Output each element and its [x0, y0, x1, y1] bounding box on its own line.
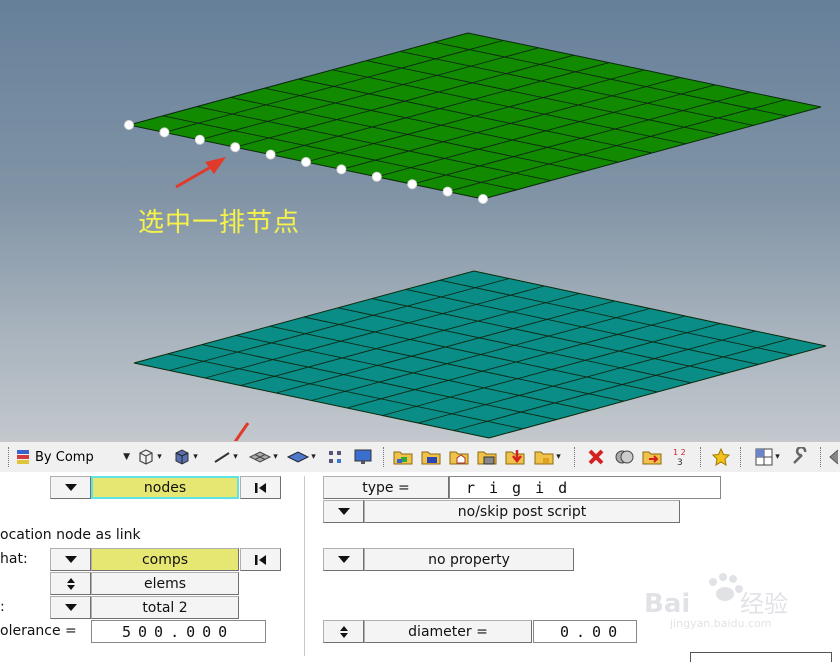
folder-red-arrow-icon[interactable] — [502, 445, 528, 469]
selected-node[interactable] — [442, 186, 453, 197]
paste-icon[interactable] — [638, 445, 666, 469]
color-mode-dropdown[interactable]: By Comp ▼ — [14, 445, 130, 469]
reset-selection-button-2[interactable] — [240, 548, 281, 571]
reset-icon — [254, 554, 266, 565]
line-style-icon[interactable]: ▾ — [210, 445, 240, 469]
post-script-selector[interactable]: no/skip post script — [364, 500, 680, 523]
toolbar-separator — [820, 447, 822, 467]
entity-type-dropdown-1[interactable] — [50, 476, 91, 499]
selected-node[interactable] — [230, 142, 241, 153]
selected-node[interactable] — [265, 149, 276, 160]
nodes-selector[interactable]: nodes — [91, 476, 239, 499]
up-down-icon — [66, 577, 75, 590]
toolbar-separator — [740, 447, 742, 467]
main-toolbar: By Comp ▼ ▾ ▾ ▾ ▾ ▾ ▾ 1 2 3 ▾ — [0, 441, 840, 473]
folder-disk-icon[interactable] — [474, 445, 500, 469]
location-node-label: ocation node as link — [0, 527, 141, 543]
delete-icon[interactable] — [583, 445, 609, 469]
selected-node[interactable] — [371, 171, 382, 182]
diameter-input[interactable]: 0.00 — [533, 620, 637, 643]
post-script-dropdown[interactable] — [323, 500, 364, 523]
graphics-viewport[interactable]: 选中一排节点 — [0, 0, 840, 441]
rigid-panel: nodes ocation node as link hat: comps el… — [0, 472, 840, 661]
toolbar-separator — [574, 447, 576, 467]
copy-icon[interactable] — [610, 445, 638, 469]
wrench-icon[interactable] — [788, 445, 812, 469]
favorite-star-icon[interactable] — [708, 445, 734, 469]
colon-label: : — [0, 599, 5, 615]
folder-assembly-icon[interactable] — [390, 445, 416, 469]
svg-text:3: 3 — [677, 458, 683, 468]
comps-selector[interactable]: comps — [91, 548, 239, 571]
diameter-label-button[interactable]: diameter = — [364, 620, 532, 643]
toolbar-separator — [383, 447, 385, 467]
type-label-button[interactable]: type = — [323, 476, 449, 499]
selected-node[interactable] — [478, 194, 488, 204]
selected-node[interactable] — [124, 120, 134, 130]
svg-text:1 2: 1 2 — [673, 448, 686, 457]
shaded-cube-icon[interactable]: ▾ — [170, 445, 200, 469]
annotation-label: 选中一排节点 — [138, 208, 301, 238]
up-down-icon — [339, 625, 348, 638]
entity-type-dropdown-2[interactable] — [50, 548, 91, 571]
elems-toggle-switch[interactable] — [50, 572, 91, 595]
chevron-down-icon: ▼ — [123, 452, 130, 462]
total-dropdown[interactable] — [50, 596, 91, 619]
window-layout-icon[interactable]: ▾ — [748, 445, 786, 469]
selected-node[interactable] — [194, 134, 205, 145]
property-dropdown[interactable] — [323, 548, 364, 571]
type-input[interactable]: rigid — [449, 476, 721, 499]
annotation-arrow — [175, 157, 226, 189]
tolerance-input[interactable]: 500.000 — [91, 620, 266, 643]
more-tools-icon[interactable] — [826, 445, 840, 469]
tolerance-label: olerance = — [0, 623, 77, 639]
elems-toggle[interactable]: elems — [91, 572, 239, 595]
folder-yellow-icon[interactable]: ▾ — [530, 445, 564, 469]
diameter-toggle-switch[interactable] — [323, 620, 364, 643]
folder-house-icon[interactable] — [446, 445, 472, 469]
selected-node[interactable] — [301, 157, 311, 167]
color-mode-label: By Comp — [35, 449, 94, 465]
panel-divider — [304, 476, 305, 656]
wireframe-cube-icon[interactable]: ▾ — [134, 445, 164, 469]
component-color-icon — [17, 450, 29, 464]
selected-node[interactable] — [159, 127, 170, 138]
property-selector[interactable]: no property — [364, 548, 574, 571]
monitor-icon[interactable] — [350, 445, 376, 469]
total-selector[interactable]: total 2 — [91, 596, 239, 619]
solid-plane-icon[interactable]: ▾ — [284, 445, 318, 469]
selected-node[interactable] — [336, 164, 347, 175]
selected-node[interactable] — [407, 179, 418, 190]
format-label: hat: — [0, 551, 28, 567]
model-canvas[interactable] — [0, 0, 840, 441]
mesh-plane-icon[interactable]: ▾ — [246, 445, 280, 469]
reset-selection-button-1[interactable] — [240, 476, 281, 499]
toolbar-separator — [8, 447, 10, 467]
reset-icon — [254, 482, 266, 493]
toolbar-separator — [700, 447, 702, 467]
numbering-icon[interactable]: 1 23 — [668, 445, 694, 469]
folder-blue-icon[interactable] — [418, 445, 444, 469]
pointer-arrow — [233, 422, 250, 441]
node-grid-icon[interactable] — [324, 445, 346, 469]
